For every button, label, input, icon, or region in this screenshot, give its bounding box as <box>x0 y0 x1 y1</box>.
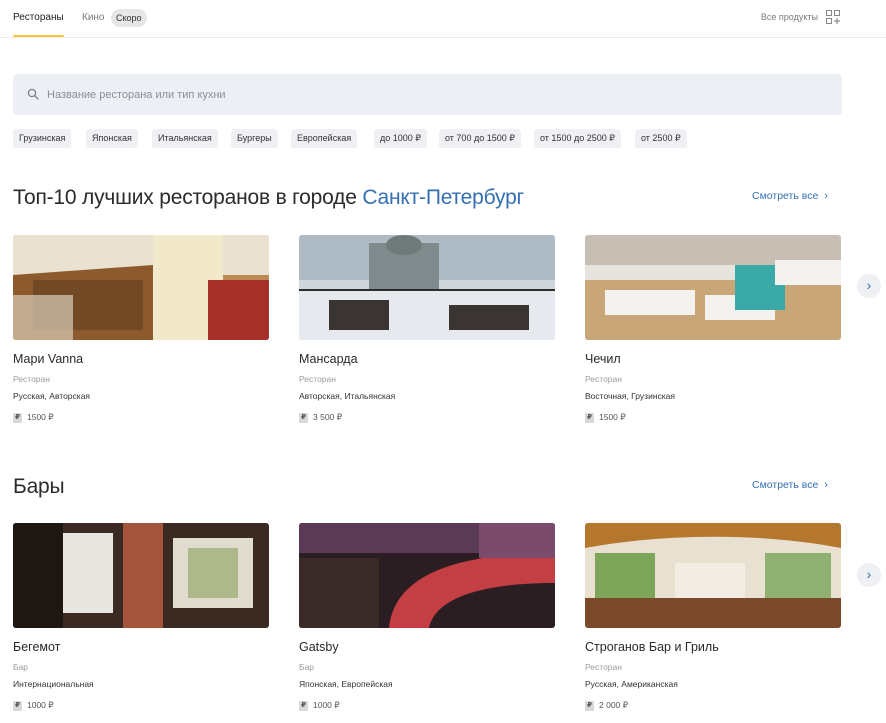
filter-chip-price-1500-2500[interactable]: от 1500 до 2500 ₽ <box>534 129 621 148</box>
see-all-label: Смотреть все <box>752 479 819 491</box>
card-type: Ресторан <box>13 374 50 384</box>
filter-chip-italian[interactable]: Итальянская <box>152 129 218 148</box>
section-title-bars: Бары <box>13 475 65 498</box>
filter-chip-price-over-2500[interactable]: от 2500 ₽ <box>635 129 687 148</box>
search-input[interactable] <box>47 74 827 115</box>
filter-chip-price-700-1500[interactable]: от 700 до 1500 ₽ <box>439 129 521 148</box>
card-name: Строганов Бар и Гриль <box>585 640 719 654</box>
section-title-prefix: Топ-10 лучших ресторанов в городе <box>13 186 363 209</box>
card-price-value: 1000 ₽ <box>27 700 54 710</box>
card-price: ₽1500 ₽ <box>585 412 841 423</box>
search-icon <box>27 88 39 100</box>
restaurant-card[interactable]: Чечил Ресторан Восточная, Грузинская ₽15… <box>585 235 841 423</box>
tab-cinema[interactable]: Кино <box>82 12 105 23</box>
ruble-icon: ₽ <box>585 412 594 423</box>
section-title-top10: Топ-10 лучших ресторанов в городе Санкт-… <box>13 186 524 210</box>
card-type: Ресторан <box>585 374 622 384</box>
card-name: Мансарда <box>299 352 358 366</box>
grid-plus-icon[interactable] <box>826 10 840 24</box>
city-link[interactable]: Санкт-Петербург <box>362 186 524 209</box>
card-type: Бар <box>299 662 315 672</box>
card-cuisine: Авторская, Итальянская <box>299 391 396 401</box>
next-arrow-button[interactable]: › <box>857 274 881 298</box>
filter-chip-georgian[interactable]: Грузинская <box>13 129 72 148</box>
card-name: Чечил <box>585 352 621 366</box>
restaurant-card[interactable]: Бегемот Бар Интернациональная ₽1000 ₽ <box>13 523 269 711</box>
ruble-icon: ₽ <box>299 412 308 423</box>
card-name: Бегемот <box>13 640 61 654</box>
restaurant-photo <box>13 235 269 340</box>
card-price: ₽2 000 ₽ <box>585 700 841 711</box>
card-price-value: 2 000 ₽ <box>599 700 629 710</box>
card-cuisine: Интернациональная <box>13 679 94 689</box>
ruble-icon: ₽ <box>585 700 594 711</box>
tab-restaurants[interactable]: Рестораны <box>13 12 64 23</box>
see-all-label: Смотреть все <box>752 190 819 202</box>
see-all-top10-link[interactable]: Смотреть все › <box>752 190 828 202</box>
chevron-right-icon: › <box>824 479 828 491</box>
restaurant-photo <box>13 523 269 628</box>
card-type: Ресторан <box>585 662 622 672</box>
card-cuisine: Русская, Авторская <box>13 391 91 401</box>
restaurant-photo <box>585 523 841 628</box>
card-cuisine: Русская, Американская <box>585 679 678 689</box>
soon-badge: Скоро <box>111 9 147 27</box>
card-price: ₽3 500 ₽ <box>299 412 555 423</box>
chevron-right-icon: › <box>866 566 872 582</box>
card-price-value: 1500 ₽ <box>27 412 54 422</box>
ruble-icon: ₽ <box>13 412 22 423</box>
card-type: Бар <box>13 662 29 672</box>
restaurant-card[interactable]: Gatsby Бар Японская, Европейская ₽1000 ₽ <box>299 523 555 711</box>
restaurant-card[interactable]: Мари Vanna Ресторан Русская, Авторская ₽… <box>13 235 269 423</box>
top-nav: Рестораны Кино Скоро Все продукты <box>0 0 886 38</box>
search-bar <box>13 74 842 115</box>
card-price-value: 3 500 ₽ <box>313 412 343 422</box>
card-price: ₽1000 ₽ <box>299 700 555 711</box>
ruble-icon: ₽ <box>299 700 308 711</box>
card-type: Ресторан <box>299 374 336 384</box>
chevron-right-icon: › <box>824 190 828 202</box>
restaurant-card[interactable]: Мансарда Ресторан Авторская, Итальянская… <box>299 235 555 423</box>
all-products-link[interactable]: Все продукты <box>761 12 818 22</box>
next-arrow-button[interactable]: › <box>857 563 881 587</box>
card-price: ₽1000 ₽ <box>13 700 269 711</box>
filter-chip-japanese[interactable]: Японская <box>86 129 138 148</box>
card-price-value: 1500 ₽ <box>599 412 626 422</box>
card-cuisine: Восточная, Грузинская <box>585 391 675 401</box>
card-cuisine: Японская, Европейская <box>299 679 393 689</box>
restaurant-photo <box>299 235 555 340</box>
card-name: Мари Vanna <box>13 352 84 366</box>
restaurant-photo <box>299 523 555 628</box>
restaurant-card[interactable]: Строганов Бар и Гриль Ресторан Русская, … <box>585 523 841 711</box>
filter-chip-burgers[interactable]: Бургеры <box>231 129 278 148</box>
ruble-icon: ₽ <box>13 700 22 711</box>
active-tab-underline <box>13 35 64 37</box>
see-all-bars-link[interactable]: Смотреть все › <box>752 479 828 491</box>
filter-chip-price-under-1000[interactable]: до 1000 ₽ <box>374 129 428 148</box>
chevron-right-icon: › <box>866 277 872 293</box>
card-price: ₽1500 ₽ <box>13 412 269 423</box>
card-price-value: 1000 ₽ <box>313 700 340 710</box>
filter-chip-european[interactable]: Европейская <box>291 129 358 148</box>
restaurant-photo <box>585 235 841 340</box>
card-name: Gatsby <box>299 640 339 654</box>
